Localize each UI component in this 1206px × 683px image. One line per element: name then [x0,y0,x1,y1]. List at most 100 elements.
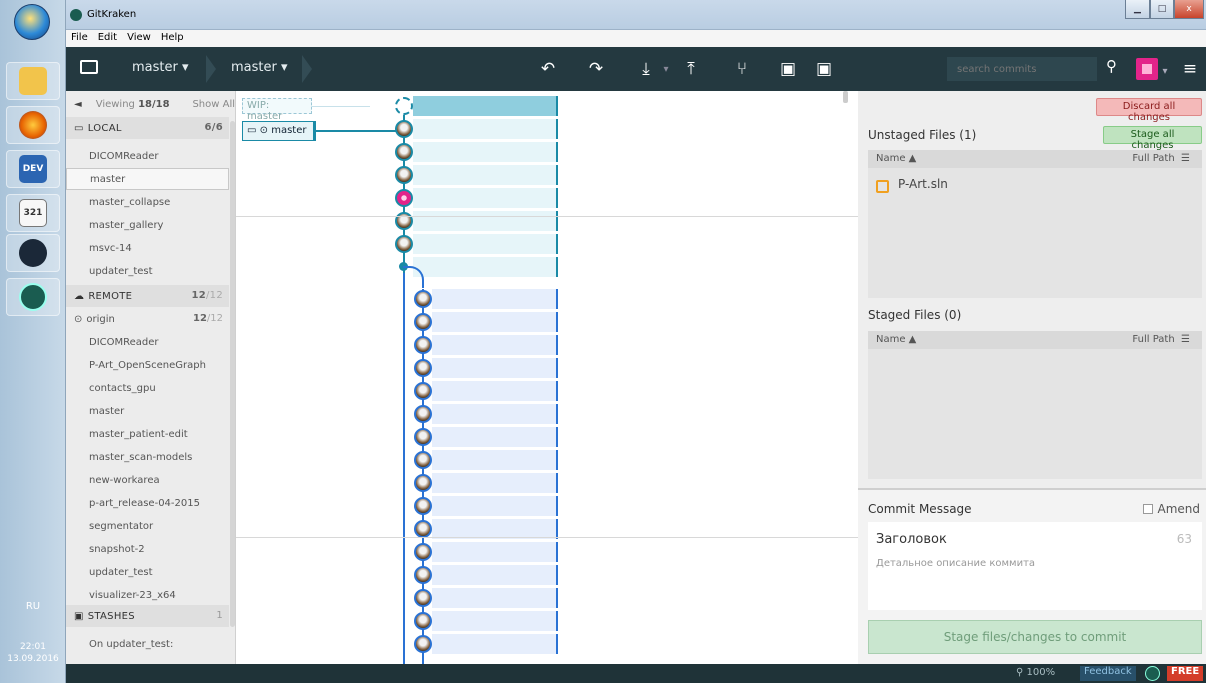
commit-author-avatar[interactable] [414,405,432,423]
local-commit-row[interactable] [413,211,558,231]
local-commit-row[interactable] [413,165,558,185]
remote-commit-row[interactable] [432,519,558,539]
stash-item[interactable]: On updater_test: [66,633,229,655]
unstaged-sort-name[interactable]: Name ▲ [876,153,916,164]
branch-icon[interactable]: ⑂ [728,55,756,83]
pop-icon[interactable]: ▣ [810,55,838,83]
unstaged-full-path-toggle[interactable]: Full Path ☰ [1132,153,1190,164]
left-panel-scrollbar[interactable] [230,121,235,627]
menu-view[interactable]: View [122,30,156,47]
license-badge[interactable]: FREE [1167,666,1204,681]
commit-author-avatar[interactable] [414,497,432,515]
remote-section-header[interactable]: ☁ REMOTE 12/12 [66,285,229,307]
undo-icon[interactable]: ↶ [534,55,562,83]
wip-ref-label[interactable]: WIP: master [242,98,312,122]
commit-author-avatar[interactable] [414,474,432,492]
commit-author-avatar[interactable] [395,166,413,184]
windows-start-button[interactable] [14,4,50,40]
stash-icon[interactable]: ▣ [774,55,802,83]
commit-graph[interactable]: WIP: master ▭ ⊙ master [236,91,858,664]
commit-message-box[interactable]: Заголовок 63 Детальное описание коммита [868,522,1202,610]
taskbar-clock[interactable]: 22:01 13.09.2016 [0,641,66,665]
master-ref-label[interactable]: ▭ ⊙ master [242,121,316,141]
remote-commit-row[interactable] [432,473,558,493]
menu-edit[interactable]: Edit [93,30,122,47]
remote-commit-row[interactable] [432,542,558,562]
commit-author-avatar[interactable] [395,189,413,207]
remote-commit-row[interactable] [432,588,558,608]
show-all-link[interactable]: Show All [192,99,235,110]
commit-author-avatar[interactable] [414,612,432,630]
remote-branch-item[interactable]: master_patient-edit [66,423,229,445]
wip-commit-row[interactable] [413,96,558,116]
remote-commit-row[interactable] [432,427,558,447]
menu-help[interactable]: Help [156,30,189,47]
remote-commit-row[interactable] [432,450,558,470]
remote-branch-item[interactable]: segmentator [66,515,229,537]
commit-author-avatar[interactable] [414,451,432,469]
remote-branch-item[interactable]: visualizer-23_x64 [66,584,229,606]
commit-author-avatar[interactable] [414,566,432,584]
remote-commit-row[interactable] [432,634,558,654]
repo-breadcrumb[interactable]: master ▾ [132,60,189,75]
commit-summary-input[interactable]: Заголовок [876,532,947,547]
branch-breadcrumb[interactable]: master ▾ [231,60,288,75]
viewing-toggle-icon[interactable]: ◄ [74,99,82,110]
remote-commit-row[interactable] [432,404,558,424]
search-commits-input[interactable] [947,57,1097,81]
remote-branch-item[interactable]: P-Art_OpenSceneGraph [66,354,229,376]
menu-file[interactable]: File [66,30,93,47]
user-avatar[interactable] [1136,58,1158,80]
pull-options-chevron-icon[interactable]: ▾ [652,55,680,83]
amend-checkbox[interactable]: Amend [1143,502,1200,516]
commit-author-avatar[interactable] [414,635,432,653]
search-icon[interactable]: ⚲ [1106,57,1126,81]
remote-branch-item[interactable]: master_scan-models [66,446,229,468]
remote-commit-row[interactable] [432,358,558,378]
remote-commit-row[interactable] [432,496,558,516]
remote-branch-item[interactable]: updater_test [66,561,229,583]
taskbar-app-media-player[interactable]: 321 [6,194,60,232]
remote-branch-item[interactable]: new-workarea [66,469,229,491]
commit-author-avatar[interactable] [395,120,413,138]
origin-remote-row[interactable]: ⊙ origin 12/12 [66,308,229,330]
local-commit-row[interactable] [413,142,558,162]
local-branch-item[interactable]: DICOMReader [66,145,229,167]
staged-sort-name[interactable]: Name ▲ [876,334,916,345]
redo-icon[interactable]: ↷ [582,55,610,83]
commit-author-avatar[interactable] [414,359,432,377]
remote-commit-row[interactable] [432,289,558,309]
local-commit-row[interactable] [413,119,558,139]
maximize-button[interactable]: □ [1150,0,1174,19]
commit-author-avatar[interactable] [414,520,432,538]
remote-branch-item[interactable]: DICOMReader [66,331,229,353]
local-branch-item[interactable]: master_collapse [66,191,229,213]
staged-full-path-toggle[interactable]: Full Path ☰ [1132,334,1190,345]
language-indicator[interactable]: RU [0,601,66,612]
push-icon[interactable]: ⤒ [677,55,705,83]
profile-chevron-down-icon[interactable]: ▾ [1158,57,1172,85]
commit-author-avatar[interactable] [414,382,432,400]
remote-branch-item[interactable]: snapshot-2 [66,538,229,560]
local-branch-item[interactable]: updater_test [66,260,229,282]
stage-all-changes-button[interactable]: Stage all changes [1103,126,1202,151]
commit-author-avatar[interactable] [414,336,432,354]
commit-author-avatar[interactable] [414,313,432,331]
wip-node[interactable] [395,97,413,115]
remote-commit-row[interactable] [432,611,558,631]
remote-commit-row[interactable] [432,565,558,585]
taskbar-app-gitkraken[interactable] [6,278,60,316]
commit-author-avatar[interactable] [395,235,413,253]
remote-branch-item[interactable]: master [66,400,229,422]
commit-author-avatar[interactable] [395,143,413,161]
taskbar-app-steam[interactable] [6,234,60,272]
discard-all-changes-button[interactable]: Discard all changes [1096,98,1202,123]
close-button[interactable]: x [1174,0,1204,19]
local-branch-item[interactable]: msvc-14 [66,237,229,259]
local-commit-row[interactable] [413,188,558,208]
graph-scrollbar[interactable] [843,91,848,103]
remote-branch-item[interactable]: contacts_gpu [66,377,229,399]
local-commit-row[interactable] [413,257,558,277]
commit-author-avatar[interactable] [414,290,432,308]
repo-folder-icon[interactable] [80,60,98,74]
